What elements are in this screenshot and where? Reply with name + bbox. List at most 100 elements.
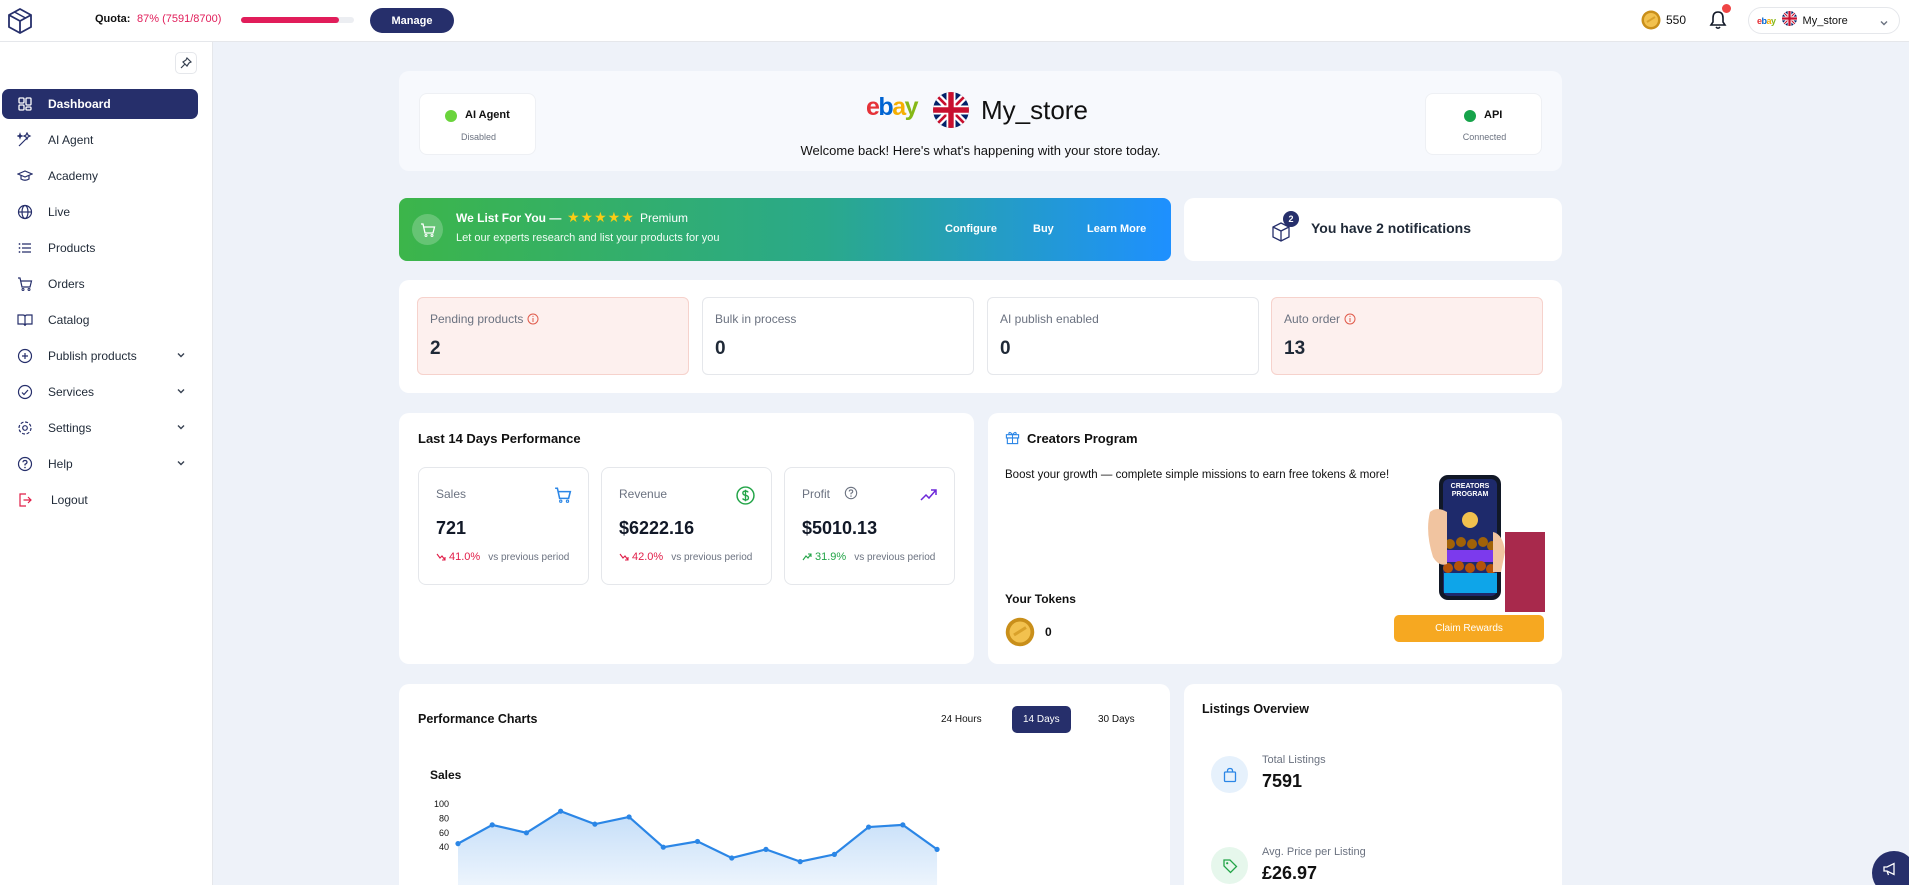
- list-icon: [16, 239, 34, 257]
- sidebar-item-products[interactable]: Products: [2, 233, 198, 263]
- sidebar-item-label: Academy: [48, 169, 99, 183]
- perf-value: $6222.16: [619, 518, 695, 538]
- bell-icon[interactable]: [1707, 9, 1729, 36]
- stat-ai-publish-enabled[interactable]: AI publish enabled 0: [987, 297, 1259, 375]
- buy-button[interactable]: Buy: [1033, 223, 1054, 235]
- total-listings-value: 7591: [1262, 771, 1303, 791]
- stat-pending-products[interactable]: Pending products 2: [417, 297, 689, 375]
- notifications-card[interactable]: 2 You have 2 notifications: [1184, 198, 1562, 261]
- sidebar-item-catalog[interactable]: Catalog: [2, 305, 198, 335]
- sidebar: Dashboard AI Agent Academy Live Products…: [0, 42, 213, 885]
- performance-title: Last 14 Days Performance: [418, 431, 581, 446]
- chevron-down-icon: [176, 385, 186, 399]
- sidebar-item-academy[interactable]: Academy: [2, 161, 198, 191]
- globe-icon: [16, 203, 34, 221]
- avg-price-label: Avg. Price per Listing: [1262, 846, 1366, 858]
- stat-label-wrap: Auto order: [1284, 312, 1356, 326]
- y-tick-label: 60: [439, 828, 449, 838]
- manage-button[interactable]: Manage: [370, 8, 454, 33]
- your-tokens-label: Your Tokens: [1005, 592, 1076, 606]
- y-tick-label: 100: [434, 799, 449, 809]
- configure-button[interactable]: Configure: [945, 223, 997, 235]
- info-icon: [1344, 313, 1356, 325]
- sales-point[interactable]: [592, 821, 598, 827]
- status-dot: [1464, 110, 1476, 122]
- plus-circle-icon: [16, 347, 34, 365]
- sidebar-item-label: Orders: [48, 277, 85, 291]
- help-icon: [16, 455, 34, 473]
- sidebar-item-logout[interactable]: Logout: [2, 485, 198, 515]
- sales-point[interactable]: [489, 822, 495, 828]
- stat-value: 13: [1284, 338, 1306, 359]
- sidebar-item-label: Logout: [51, 493, 88, 507]
- uk-flag-icon: [933, 92, 969, 133]
- range-24-hours[interactable]: 24 Hours: [931, 706, 992, 733]
- range-14-days[interactable]: 14 Days: [1012, 706, 1071, 733]
- sales-point[interactable]: [660, 844, 666, 850]
- range-30-days[interactable]: 30 Days: [1087, 706, 1146, 733]
- creators-program-card: Creators Program Boost your growth — com…: [988, 413, 1562, 664]
- sidebar-item-services[interactable]: Services: [2, 377, 198, 407]
- sales-point[interactable]: [797, 859, 803, 865]
- announcement-button[interactable]: [1872, 851, 1909, 885]
- cart-icon: [16, 275, 34, 293]
- chevron-down-icon: [176, 349, 186, 363]
- avg-price-value: £26.97: [1262, 863, 1318, 883]
- quota-label: Quota:: [95, 13, 131, 25]
- perf-card-revenue: Revenue $6222.16 42.0% vs previous perio…: [601, 467, 772, 585]
- sales-point[interactable]: [763, 846, 769, 852]
- gear-icon: [16, 419, 34, 437]
- check-circle-icon: [16, 383, 34, 401]
- info-icon: [527, 313, 539, 325]
- ebay-small-logo: ebay: [1757, 15, 1776, 26]
- sales-point[interactable]: [934, 846, 940, 852]
- cart-icon: [412, 214, 443, 245]
- learn-more-button[interactable]: Learn More: [1087, 223, 1146, 235]
- stat-label: AI publish enabled: [1000, 312, 1099, 326]
- ai-agent-icon: [16, 131, 34, 149]
- sales-point[interactable]: [729, 855, 735, 861]
- token-count: 550: [1666, 13, 1687, 27]
- api-status-card[interactable]: API Connected: [1425, 93, 1542, 155]
- sidebar-item-orders[interactable]: Orders: [2, 269, 198, 299]
- sales-point[interactable]: [626, 814, 632, 820]
- stat-auto-order[interactable]: Auto order 13: [1271, 297, 1543, 375]
- pin-sidebar-button[interactable]: [175, 52, 197, 74]
- token-coin-icon: [1005, 617, 1035, 652]
- sidebar-item-label: AI Agent: [48, 133, 94, 147]
- perf-vs-text: vs previous period: [671, 551, 753, 563]
- sales-chart: 100 80 60 40: [434, 799, 940, 885]
- dollar-icon: [736, 486, 755, 510]
- sidebar-item-label: Dashboard: [48, 97, 111, 111]
- store-selector[interactable]: ebay My_store: [1748, 7, 1900, 34]
- ai-agent-status: Disabled: [460, 132, 497, 142]
- sidebar-item-ai-agent[interactable]: AI Agent: [2, 125, 198, 155]
- dashboard-icon: [16, 95, 34, 113]
- uk-flag-small-icon: [1781, 10, 1797, 31]
- sales-point[interactable]: [455, 841, 461, 847]
- sales-point[interactable]: [831, 851, 837, 857]
- app-logo-icon[interactable]: [6, 7, 34, 40]
- sidebar-item-help[interactable]: Help: [2, 449, 198, 479]
- sales-chart-title: Sales: [430, 768, 462, 782]
- sales-point[interactable]: [558, 808, 564, 814]
- sidebar-item-settings[interactable]: Settings: [2, 413, 198, 443]
- sales-point[interactable]: [694, 838, 701, 845]
- sidebar-item-live[interactable]: Live: [2, 197, 198, 227]
- sales-point[interactable]: [900, 822, 906, 828]
- sidebar-item-dashboard[interactable]: Dashboard: [2, 89, 198, 119]
- store-selector-name: My_store: [1802, 14, 1848, 27]
- top-bar: Quota: 87% (7591/8700) Manage 550 ebay M…: [0, 0, 1909, 42]
- sales-point[interactable]: [866, 824, 872, 830]
- sales-point[interactable]: [523, 830, 530, 836]
- we-list-for-you-banner[interactable]: We List For You — ★★★★★ Premium Let our …: [399, 198, 1171, 261]
- stat-bulk-in-process[interactable]: Bulk in process 0: [702, 297, 974, 375]
- help-icon[interactable]: [844, 486, 858, 505]
- ai-agent-title: AI Agent: [465, 109, 510, 121]
- stat-label: Pending products: [430, 312, 524, 326]
- perf-change: 42.0%: [632, 551, 664, 563]
- stat-label: Auto order: [1284, 312, 1341, 326]
- sidebar-item-publish-products[interactable]: Publish products: [2, 341, 198, 371]
- claim-rewards-button[interactable]: Claim Rewards: [1394, 615, 1544, 642]
- total-listings-label: Total Listings: [1262, 754, 1326, 766]
